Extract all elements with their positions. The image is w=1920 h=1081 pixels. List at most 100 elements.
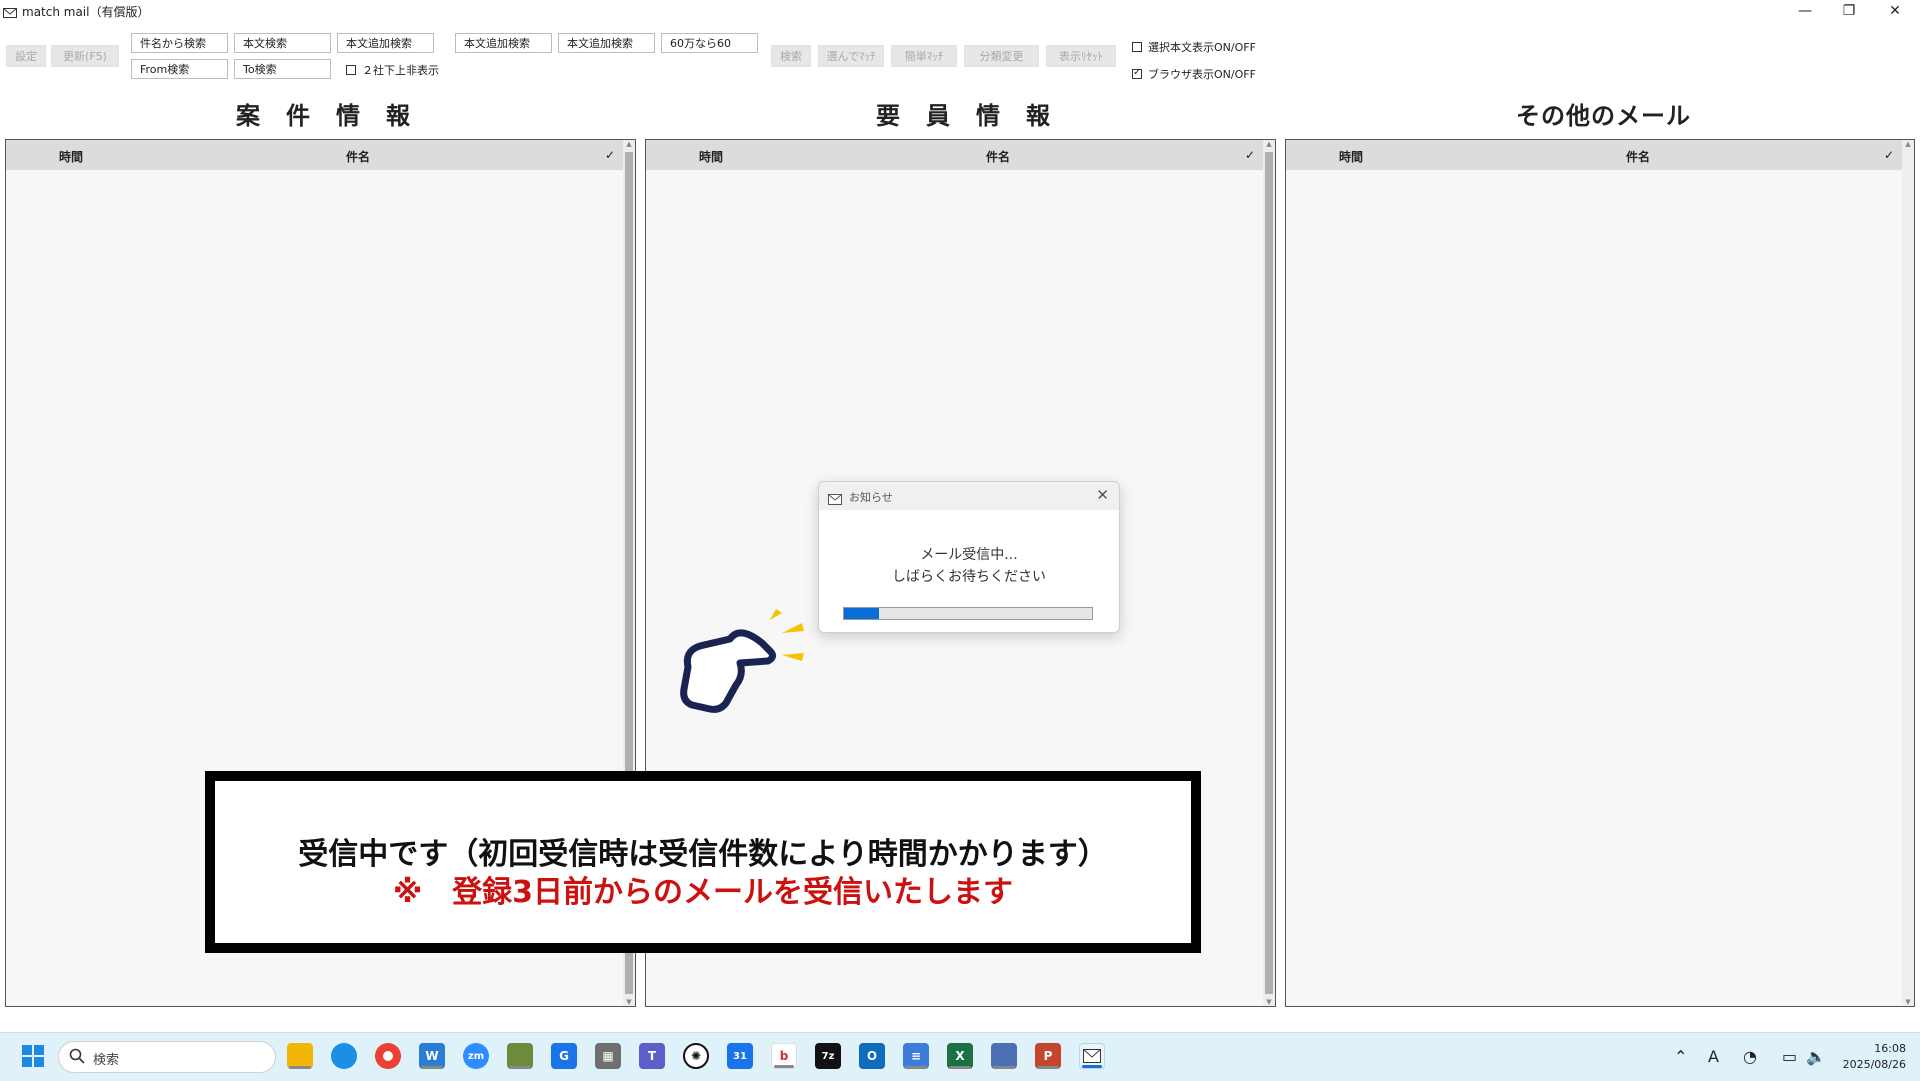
select-match-button[interactable]: 選んでﾏｯﾁ: [818, 45, 884, 67]
list-header: 時間 件名 ✓: [646, 140, 1263, 170]
scrollbar[interactable]: ▲ ▼: [1263, 140, 1275, 1006]
price-value-input[interactable]: 60万なら60: [661, 33, 758, 53]
column-subject[interactable]: 件名: [986, 148, 1010, 165]
notice-dialog: お知らせ ✕ メール受信中... しばらくお待ちください: [818, 481, 1120, 633]
search-icon: [69, 1048, 85, 1068]
search-placeholder: 検索: [93, 1053, 120, 1068]
running-indicator: [949, 1066, 971, 1069]
running-indicator: [774, 1065, 794, 1068]
volume-icon[interactable]: 🔈: [1806, 1047, 1826, 1066]
running-indicator: [1037, 1066, 1059, 1069]
dialog-message-line2: しばらくお待ちください: [892, 569, 1046, 585]
taskbar-clock[interactable]: 16:08 2025/08/26: [1843, 1041, 1906, 1073]
edge-icon[interactable]: [331, 1043, 357, 1069]
match-mail-taskbar-icon[interactable]: [1079, 1043, 1105, 1069]
clock-date: 2025/08/26: [1842, 1058, 1906, 1071]
column-check[interactable]: ✓: [1884, 148, 1894, 162]
teams-icon[interactable]: T: [639, 1043, 665, 1069]
pointing-hand-icon: [680, 609, 804, 713]
windows-start-icon[interactable]: [20, 1043, 46, 1069]
ime-mode-indicator[interactable]: A: [1708, 1047, 1719, 1066]
calendar-icon[interactable]: 31: [727, 1043, 753, 1069]
list-header: 時間 件名 ✓: [1286, 140, 1902, 170]
g-app-icon[interactable]: G: [551, 1043, 577, 1069]
zoom-icon[interactable]: zm: [463, 1043, 489, 1069]
mail-icon: [3, 4, 17, 23]
outlook-icon[interactable]: O: [859, 1043, 885, 1069]
staff-info-title: 要 員 情 報: [876, 102, 1051, 130]
body-add-search-input-1[interactable]: 本文追加検索: [337, 33, 434, 53]
running-indicator: [509, 1066, 531, 1069]
minimize-button[interactable]: —: [1782, 0, 1828, 22]
checkbox-box-checked[interactable]: [1132, 67, 1142, 79]
subject-search-input[interactable]: 件名から検索: [131, 33, 228, 53]
mail-icon: [828, 490, 842, 509]
from-search-input[interactable]: From検索: [131, 59, 228, 79]
7zip-icon[interactable]: 7z: [815, 1043, 841, 1069]
remote-app-icon[interactable]: [991, 1043, 1017, 1069]
scroll-up-icon[interactable]: ▲: [623, 140, 635, 148]
checkbox-box[interactable]: [1132, 42, 1142, 52]
scroll-up-icon[interactable]: ▲: [1263, 140, 1275, 148]
settings-button[interactable]: 設定: [6, 45, 46, 67]
checkbox-label: ２社下上非表示: [362, 64, 439, 77]
progress-fill: [844, 608, 879, 619]
other-mail-list[interactable]: 時間 件名 ✓ ▲ ▼: [1285, 139, 1915, 1007]
scroll-down-icon[interactable]: ▼: [623, 998, 635, 1006]
browser-toggle[interactable]: ブラウザ表示ON/OFF: [1132, 66, 1256, 82]
column-subject[interactable]: 件名: [346, 148, 370, 165]
taskbar-search-input[interactable]: 検索: [58, 1041, 276, 1073]
checkbox-label: ブラウザ表示ON/OFF: [1148, 68, 1256, 81]
body-add-search-input-3[interactable]: 本文追加検索: [558, 33, 655, 53]
chatgpt-icon[interactable]: ✺: [683, 1043, 709, 1069]
network-icon[interactable]: ▭: [1782, 1047, 1797, 1066]
column-time[interactable]: 時間: [699, 148, 723, 165]
hide-two-companies-checkbox[interactable]: ２社下上非表示: [346, 62, 439, 78]
title-bar: match mail（有償版） — ❐ ✕: [0, 0, 1920, 22]
chrome-icon[interactable]: [375, 1043, 401, 1069]
clock-status-icon[interactable]: ◔: [1743, 1047, 1757, 1066]
excel-icon[interactable]: X: [947, 1043, 973, 1069]
maximize-button[interactable]: ❐: [1826, 0, 1872, 22]
column-check[interactable]: ✓: [605, 148, 615, 162]
taskbar: 検索 W zm G ▦ T ✺ 31 b 7z O ≡ X P ⌃ A ◔ ▭ …: [0, 1032, 1920, 1081]
dialog-title: お知らせ: [849, 491, 893, 504]
easy-match-button[interactable]: 簡単ﾏｯﾁ: [891, 45, 957, 67]
scrollbar[interactable]: ▲ ▼: [1902, 140, 1914, 1006]
change-category-button[interactable]: 分類変更: [964, 45, 1039, 67]
calculator-icon[interactable]: ▦: [595, 1043, 621, 1069]
column-check[interactable]: ✓: [1245, 148, 1255, 162]
refresh-button[interactable]: 更新(F5): [51, 45, 119, 67]
app-tool-icon[interactable]: [507, 1043, 533, 1069]
window-title: match mail（有償版）: [22, 5, 150, 19]
checkbox-box[interactable]: [346, 65, 356, 75]
dialog-header: お知らせ ✕: [819, 482, 1119, 510]
dialog-close-button[interactable]: ✕: [1096, 486, 1109, 504]
to-search-input[interactable]: To検索: [234, 59, 331, 79]
list-header: 時間 件名 ✓: [6, 140, 623, 170]
reset-display-button[interactable]: 表示ﾘｾｯﾄ: [1046, 45, 1116, 67]
powerpoint-icon[interactable]: P: [1035, 1043, 1061, 1069]
running-indicator: [289, 1066, 311, 1069]
search-button[interactable]: 検索: [771, 45, 811, 67]
notepad-icon[interactable]: ≡: [903, 1043, 929, 1069]
file-explorer-icon[interactable]: [287, 1043, 313, 1069]
project-info-title: 案 件 情 報: [236, 102, 411, 130]
body-add-search-input-2[interactable]: 本文追加検索: [455, 33, 552, 53]
close-button[interactable]: ✕: [1872, 0, 1918, 22]
scroll-down-icon[interactable]: ▼: [1902, 998, 1914, 1006]
column-time[interactable]: 時間: [1339, 148, 1363, 165]
column-time[interactable]: 時間: [59, 148, 83, 165]
body-search-input[interactable]: 本文検索: [234, 33, 331, 53]
chat-app-icon[interactable]: b: [771, 1043, 797, 1069]
scroll-thumb[interactable]: [1265, 152, 1273, 994]
dialog-message-line1: メール受信中...: [920, 547, 1018, 563]
scroll-up-icon[interactable]: ▲: [1902, 140, 1914, 148]
chevron-up-icon[interactable]: ⌃: [1674, 1047, 1687, 1066]
scroll-down-icon[interactable]: ▼: [1263, 998, 1275, 1006]
word-icon[interactable]: W: [419, 1043, 445, 1069]
receive-progress-bar: [843, 607, 1093, 620]
column-subject[interactable]: 件名: [1626, 148, 1650, 165]
selected-body-toggle[interactable]: 選択本文表示ON/OFF: [1132, 39, 1256, 55]
running-indicator: [905, 1066, 927, 1069]
